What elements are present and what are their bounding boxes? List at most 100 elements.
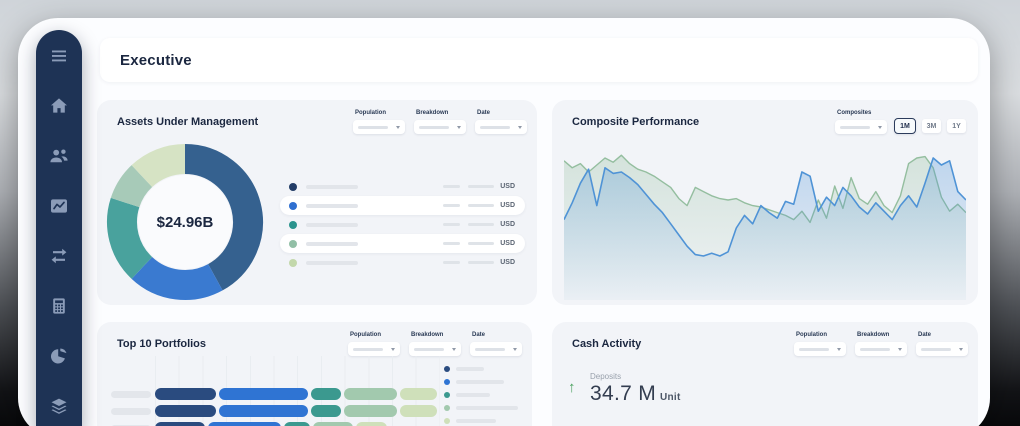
chevron-down-icon [878, 126, 882, 129]
value-placeholder [468, 242, 494, 245]
value-placeholder [468, 185, 494, 188]
legend-name-placeholder [306, 204, 358, 208]
composites-dropdown[interactable] [835, 120, 887, 134]
aum-legend-row[interactable]: USD [280, 177, 525, 196]
dropdown-placeholder [419, 126, 449, 129]
legend-dot [289, 221, 297, 229]
performance-area-chart [564, 138, 966, 300]
cash-filters: PopulationBreakdownDate [794, 332, 968, 356]
bar-segment [313, 422, 353, 426]
value-placeholder [443, 204, 460, 207]
calculator-icon [49, 296, 69, 316]
performance-card-title: Composite Performance [572, 116, 699, 128]
legend-item [444, 418, 518, 424]
filter-label: Breakdown [411, 332, 461, 338]
holdings-icon [49, 396, 69, 416]
population-dropdown[interactable] [353, 120, 405, 134]
legend-dot [444, 418, 450, 424]
legend-name-placeholder [306, 242, 358, 246]
dashboard-page: { "app": { "title": "Executive" }, "side… [0, 0, 1020, 426]
chevron-down-icon [959, 348, 963, 351]
currency-label: USD [500, 240, 515, 247]
aum-legend-row[interactable]: USD [280, 215, 525, 234]
chevron-down-icon [457, 126, 461, 129]
filter-label: Composites [837, 110, 887, 116]
range-1m-button[interactable]: 1M [894, 118, 916, 134]
range-1y-button[interactable]: 1Y [947, 119, 966, 133]
menu-icon[interactable] [36, 46, 82, 66]
filter-label: Breakdown [416, 110, 466, 116]
chevron-down-icon [518, 126, 522, 129]
currency-label: USD [500, 221, 515, 228]
dropdown-placeholder [414, 348, 444, 351]
legend-dot [289, 259, 297, 267]
date-dropdown[interactable] [470, 342, 522, 356]
aum-legend-row[interactable]: USD [280, 196, 525, 215]
legend-dot [444, 405, 450, 411]
legend-name-placeholder [306, 261, 358, 265]
allocation-icon [49, 346, 69, 366]
sidebar-item-holdings[interactable] [36, 396, 82, 416]
performance-controls: Composites 1M 3M 1Y [835, 110, 966, 134]
dropdown-placeholder [358, 126, 388, 129]
bar-segment [311, 405, 341, 417]
dropdown-placeholder [860, 348, 890, 351]
chevron-down-icon [452, 348, 456, 351]
transactions-icon [49, 246, 69, 266]
bar-segment [219, 388, 308, 400]
performance-icon [49, 196, 69, 216]
chevron-down-icon [513, 348, 517, 351]
filter-population: Population [353, 110, 405, 134]
population-dropdown[interactable] [794, 342, 846, 356]
legend-name-placeholder [456, 393, 490, 397]
bar-segment [344, 388, 397, 400]
bar-segment [208, 422, 281, 426]
legend-item [444, 405, 518, 411]
bar-segment [155, 388, 216, 400]
aum-legend-row[interactable]: USD [280, 253, 525, 272]
value-placeholder [443, 223, 460, 226]
legend-dot [289, 240, 297, 248]
breakdown-dropdown[interactable] [414, 120, 466, 134]
app-surface: Executive Assets Under Management Popula… [18, 18, 990, 426]
aum-card: Assets Under Management PopulationBreakd… [97, 100, 537, 305]
breakdown-dropdown[interactable] [409, 342, 461, 356]
performance-card: Composite Performance Composites 1M 3M 1Y [552, 100, 978, 305]
filter-breakdown: Breakdown [414, 110, 466, 134]
legend-dot [444, 379, 450, 385]
currency-label: USD [500, 202, 515, 209]
breakdown-dropdown[interactable] [855, 342, 907, 356]
aum-filters: Population Breakdown Date [353, 110, 527, 134]
population-dropdown[interactable] [348, 342, 400, 356]
sidebar-item-allocation[interactable] [36, 346, 82, 366]
value-placeholder [468, 204, 494, 207]
value-placeholder [443, 242, 460, 245]
trend-up-icon: ↑ [568, 379, 576, 396]
value-placeholder [468, 223, 494, 226]
bar-segment [344, 405, 397, 417]
chevron-down-icon [396, 126, 400, 129]
sidebar-item-transactions[interactable] [36, 246, 82, 266]
bar-segment [400, 388, 437, 400]
filter-label: Date [477, 110, 527, 116]
sidebar-item-calculator[interactable] [36, 296, 82, 316]
sidebar-item-clients[interactable] [36, 146, 82, 166]
date-dropdown[interactable] [475, 120, 527, 134]
cash-activity-card: Cash Activity PopulationBreakdownDate ↑ … [552, 322, 978, 426]
legend-item [444, 366, 518, 372]
aum-legend-row[interactable]: USD [280, 234, 525, 253]
currency-label: USD [500, 183, 515, 190]
dropdown-placeholder [480, 126, 510, 129]
filter-label: Breakdown [857, 332, 907, 338]
bar-segment [284, 422, 310, 426]
chevron-down-icon [391, 348, 395, 351]
sidebar-item-home[interactable] [36, 96, 82, 116]
dropdown-placeholder [921, 348, 951, 351]
sidebar-item-performance[interactable] [36, 196, 82, 216]
range-3m-button[interactable]: 3M [922, 119, 941, 133]
bar-segment [155, 405, 216, 417]
date-dropdown[interactable] [916, 342, 968, 356]
filter-population: Population [348, 332, 400, 356]
range-toggle: 1M 3M 1Y [894, 118, 966, 134]
legend-dot [444, 366, 450, 372]
